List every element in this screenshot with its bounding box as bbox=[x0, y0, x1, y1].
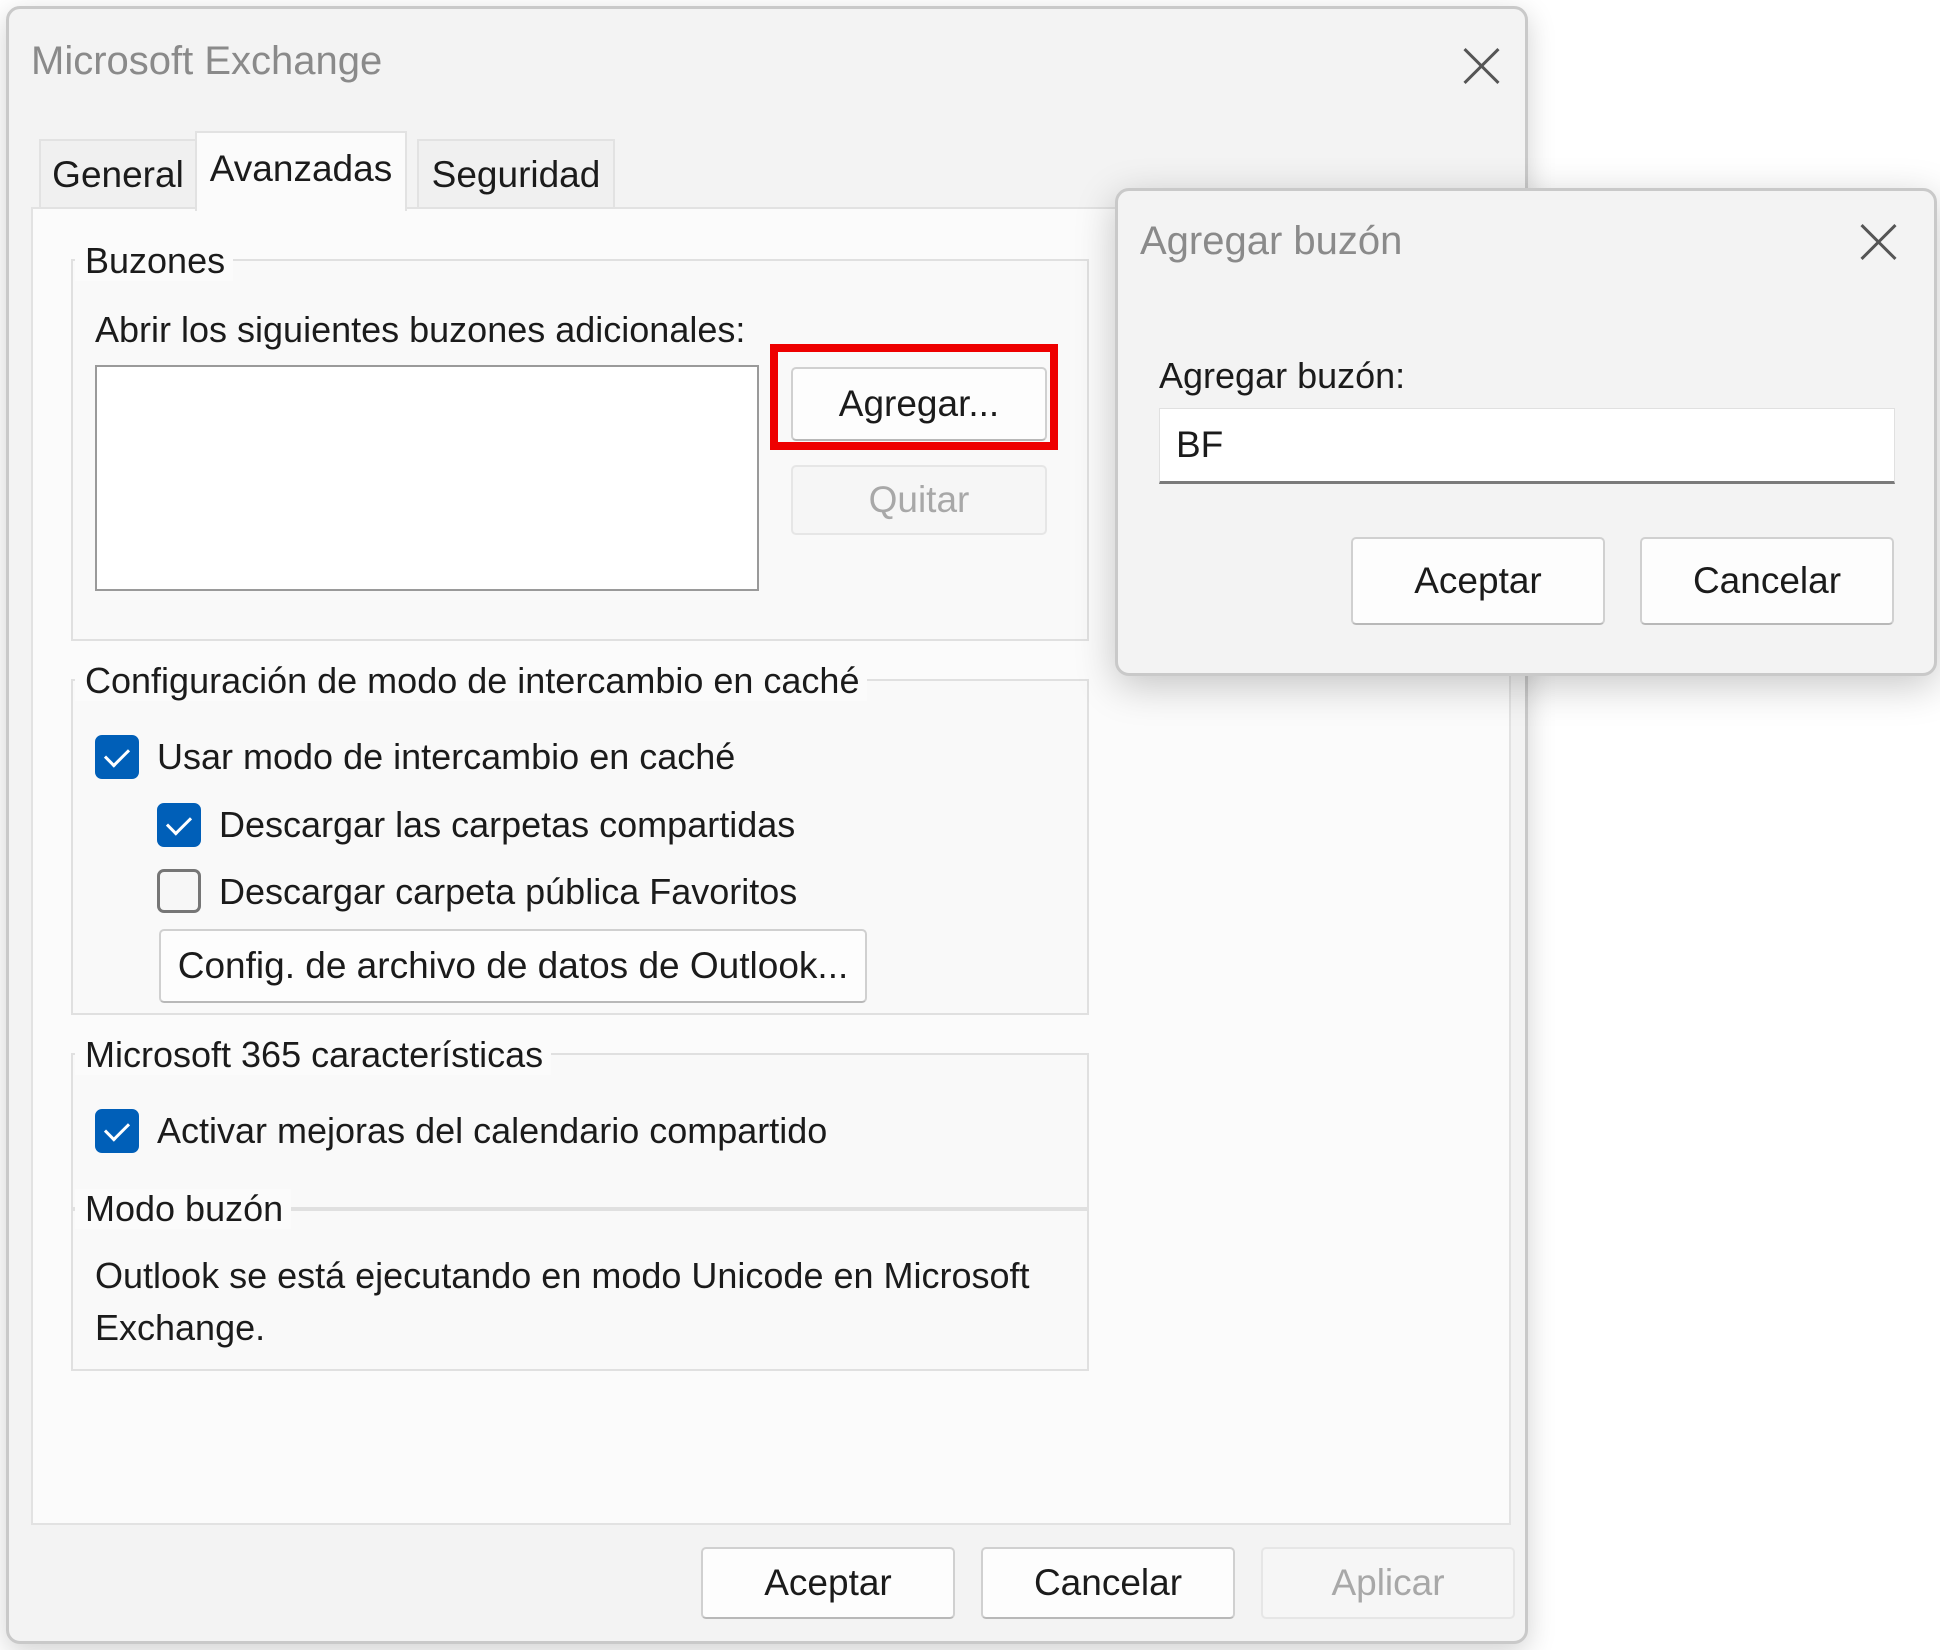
dialog-title: Microsoft Exchange bbox=[31, 39, 383, 83]
outlook-data-file-settings-button[interactable]: Config. de archivo de datos de Outlook..… bbox=[159, 929, 867, 1003]
remove-mailbox-button[interactable]: Quitar bbox=[791, 465, 1047, 535]
download-shared-folders-label: Descargar las carpetas compartidas bbox=[219, 804, 796, 845]
mailbox-mode-text-line2: Exchange. bbox=[95, 1307, 266, 1348]
use-cached-mode-label: Usar modo de intercambio en caché bbox=[157, 736, 736, 777]
shared-calendar-checkbox[interactable] bbox=[95, 1109, 139, 1153]
additional-mailboxes-list[interactable] bbox=[95, 365, 759, 591]
ok-button[interactable]: Aceptar bbox=[701, 1547, 955, 1619]
download-shared-folders-checkbox[interactable] bbox=[157, 803, 201, 847]
add-mailbox-button[interactable]: Agregar... bbox=[791, 367, 1047, 441]
mailbox-mode-text-line1: Outlook se está ejecutando en modo Unico… bbox=[95, 1255, 1030, 1296]
mailbox-name-input[interactable]: BF bbox=[1159, 408, 1895, 484]
tab-avanzadas-label: Avanzadas bbox=[209, 148, 393, 189]
tab-seguridad-label: Seguridad bbox=[431, 154, 601, 195]
tab-general-label: General bbox=[52, 154, 184, 195]
shared-calendar-label: Activar mejoras del calendario compartid… bbox=[157, 1110, 828, 1151]
apply-button[interactable]: Aplicar bbox=[1261, 1547, 1515, 1619]
tab-avanzadas[interactable]: Avanzadas bbox=[195, 131, 407, 211]
close-icon[interactable] bbox=[1461, 45, 1501, 85]
group-mailbox-mode-legend: Modo buzón bbox=[75, 1189, 292, 1229]
add-mailbox-ok-button[interactable]: Aceptar bbox=[1351, 537, 1605, 625]
open-mailboxes-label: Abrir los siguientes buzones adicionales… bbox=[95, 309, 746, 350]
use-cached-mode-checkbox[interactable] bbox=[95, 735, 139, 779]
download-public-favorites-checkbox[interactable] bbox=[157, 869, 201, 913]
add-mailbox-dialog: Agregar buzón Agregar buzón: BF Aceptar … bbox=[1115, 188, 1937, 676]
tab-general[interactable]: General bbox=[39, 139, 197, 209]
cancel-button[interactable]: Cancelar bbox=[981, 1547, 1235, 1619]
download-public-favorites-label: Descargar carpeta pública Favoritos bbox=[219, 871, 798, 912]
group-buzones-legend: Buzones bbox=[75, 241, 234, 281]
add-mailbox-field-label: Agregar buzón: bbox=[1159, 355, 1406, 396]
group-cached-mode-legend: Configuración de modo de intercambio en … bbox=[75, 661, 868, 701]
close-icon[interactable] bbox=[1858, 221, 1898, 261]
add-mailbox-cancel-button[interactable]: Cancelar bbox=[1640, 537, 1894, 625]
group-m365-legend: Microsoft 365 características bbox=[75, 1035, 552, 1075]
add-mailbox-dialog-title: Agregar buzón bbox=[1140, 219, 1403, 263]
tab-seguridad[interactable]: Seguridad bbox=[417, 139, 615, 209]
